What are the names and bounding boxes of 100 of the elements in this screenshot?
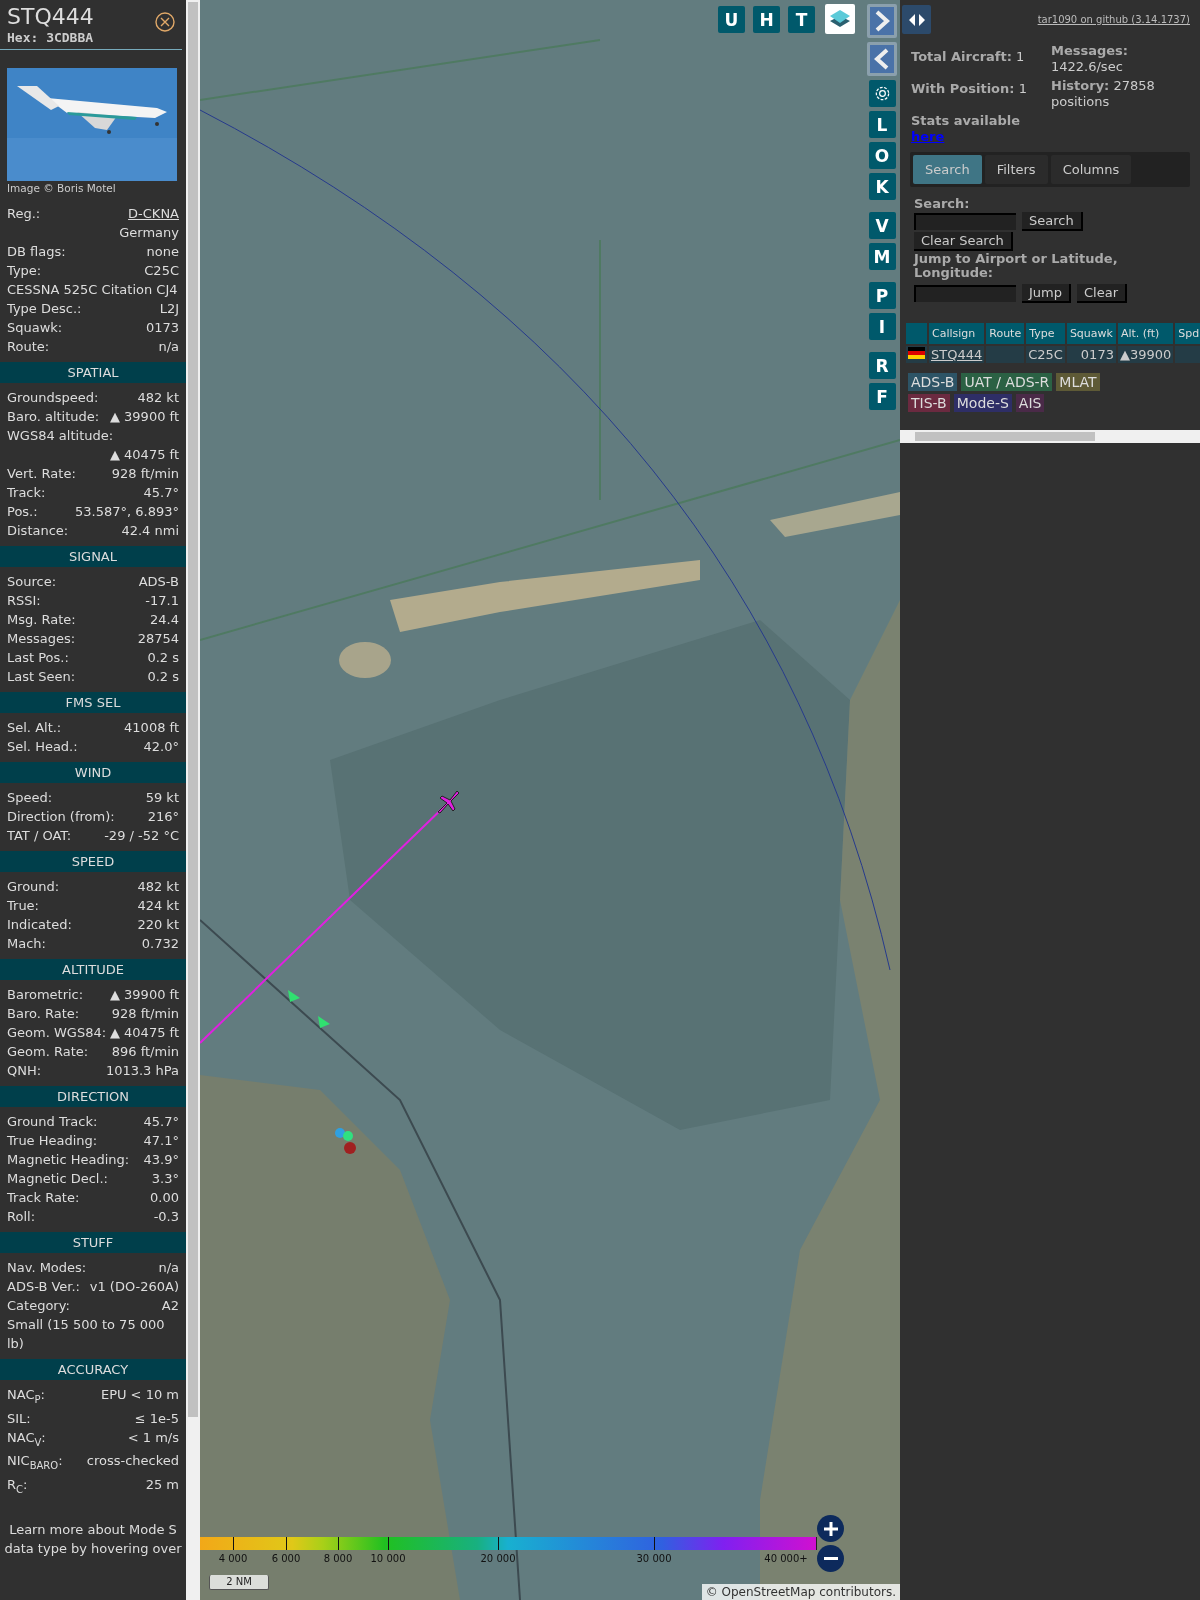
field-label: DB flags: [7, 243, 66, 261]
map-toggle-button[interactable]: O [868, 142, 896, 169]
section-header: SIGNAL [0, 546, 186, 567]
search-field[interactable] [914, 213, 1016, 230]
field-label: Squawk: [7, 319, 63, 337]
map-toggle-button[interactable]: U [718, 6, 745, 33]
search-button[interactable]: Search [1022, 212, 1083, 231]
field-label: Distance: [7, 522, 69, 540]
close-icon[interactable] [155, 12, 175, 32]
field-value: n/a [158, 1259, 179, 1277]
field-label: Baro. Rate: [7, 1005, 80, 1023]
field-value: 482 kt [137, 878, 179, 896]
scale-label: 8 000 [323, 1553, 353, 1564]
field-value: 41008 ft [124, 719, 179, 737]
map-toggle-button[interactable]: V [868, 212, 896, 239]
field-value: ▲ 40475 ft [109, 1024, 179, 1042]
field-label: RSSI: [7, 592, 41, 610]
source-tag: MLAT [1056, 373, 1100, 391]
map-toggle-button[interactable]: L [868, 111, 896, 138]
column-header[interactable]: Type [1026, 323, 1065, 344]
stat-text: History: 27858 positions [1051, 78, 1156, 110]
map-toggle-button[interactable]: P [868, 282, 896, 309]
scrollbar[interactable] [900, 430, 1200, 443]
field-value: 216° [147, 808, 179, 826]
table-cell[interactable]: STQ444 [929, 346, 985, 363]
registration-link[interactable]: D-CKNA [128, 204, 179, 223]
section-header: SPATIAL [0, 362, 186, 383]
panel-toggle-button[interactable] [902, 5, 931, 34]
map-toggle-button[interactable]: K [868, 173, 896, 200]
field-label: Source: [7, 573, 57, 591]
next-button[interactable] [867, 4, 897, 38]
table-cell: 0173 [1066, 346, 1116, 363]
field-value: ▲ 39900 ft [109, 986, 179, 1004]
field-label: Geom. WGS84: [7, 1024, 107, 1042]
field-label: Category: [7, 1297, 70, 1315]
field-label: Magnetic Decl.: [7, 1170, 108, 1188]
settings-button[interactable] [868, 80, 896, 107]
field-label: NAC$_{P}$: [7, 1386, 45, 1407]
section-header: ALTITUDE [0, 959, 186, 980]
field-label: Nav. Modes: [7, 1259, 87, 1277]
scale-label: 20 000 [480, 1553, 516, 1564]
clear-search-button[interactable]: Clear Search [914, 232, 1013, 251]
github-link[interactable]: tar1090 on github (3.14.1737) [1037, 14, 1190, 25]
jump-field[interactable] [914, 285, 1016, 302]
field-label: True: [7, 897, 39, 915]
map-toggle-button[interactable]: F [868, 383, 896, 410]
map-toggle-button[interactable]: R [868, 352, 896, 379]
column-header[interactable]: Route [986, 323, 1025, 344]
section-header: WIND [0, 762, 186, 783]
field-value: C25C [144, 262, 179, 280]
field-value: 0173 [145, 319, 179, 337]
field-value: -17.1 [145, 592, 179, 610]
field-value: 220 kt [137, 916, 179, 934]
map-toggle-button[interactable]: H [753, 6, 780, 33]
map-toggle-button[interactable]: T [788, 6, 815, 33]
section-header: STUFF [0, 1232, 186, 1253]
map-toggle-button[interactable]: I [868, 313, 896, 340]
table-cell: C25C [1026, 346, 1065, 363]
field-label: Vert. Rate: [7, 465, 76, 483]
stat-text: Total Aircraft: 1 [911, 49, 1026, 65]
stat-text: With Position: 1 [911, 81, 1028, 97]
column-header[interactable]: Alt. (ft) [1117, 323, 1174, 344]
field-value: 424 kt [137, 897, 179, 915]
field-text: Small (15 500 to 75 000 lb) [7, 1316, 166, 1353]
field-value: ≤ 1e-5 [134, 1409, 179, 1428]
hex-code: Hex: 3CDBBA [7, 30, 94, 45]
stat-text: Messages: 1422.6/sec [1051, 43, 1130, 75]
field-value: 53.587°, 6.893° [75, 503, 179, 521]
field-value: A2 [161, 1297, 179, 1315]
field-label: Ground Track: [7, 1113, 98, 1131]
field-value: 0.732 [141, 935, 179, 953]
map-toggle-button[interactable]: M [868, 243, 896, 270]
field-label: Indicated: [7, 916, 72, 934]
jump-button[interactable]: Jump [1022, 284, 1071, 303]
field-value: EPU < 10 m [100, 1386, 179, 1404]
column-header[interactable]: Callsign [929, 323, 985, 344]
back-button[interactable] [867, 42, 897, 76]
field-value: -29 / -52 °C [104, 827, 179, 845]
column-header[interactable]: Squawk [1066, 323, 1116, 344]
tab[interactable]: Filters [984, 155, 1048, 184]
field-label: Ground: [7, 878, 60, 896]
tab[interactable]: Columns [1050, 155, 1132, 184]
field-label: Messages: [7, 630, 76, 648]
field-label: NAC$_{V}$: [7, 1428, 46, 1450]
scrollbar[interactable] [186, 0, 200, 1600]
field-label: NIC$_{BARO}$: [7, 1452, 63, 1473]
layers-button[interactable] [825, 4, 855, 34]
field-value: 43.9° [143, 1151, 179, 1169]
field-label: Last Seen: [7, 668, 76, 686]
clear-button[interactable]: Clear [1077, 284, 1127, 303]
callsign-title: STQ444 [7, 4, 94, 30]
field-value: n/a [158, 338, 179, 356]
field-label: Msg. Rate: [7, 611, 76, 629]
column-header[interactable]: Spd [1175, 323, 1200, 344]
photo-credit: Image © Boris Motel [6, 181, 117, 196]
field-value: 0.2 s [147, 668, 179, 686]
jump-label: Jump to Airport or Latitude, Longitude: [914, 252, 1119, 280]
scale-label: 6 000 [271, 1553, 301, 1564]
field-value: 42.0° [143, 738, 179, 756]
scale-bar: 2 NM [209, 1575, 269, 1590]
